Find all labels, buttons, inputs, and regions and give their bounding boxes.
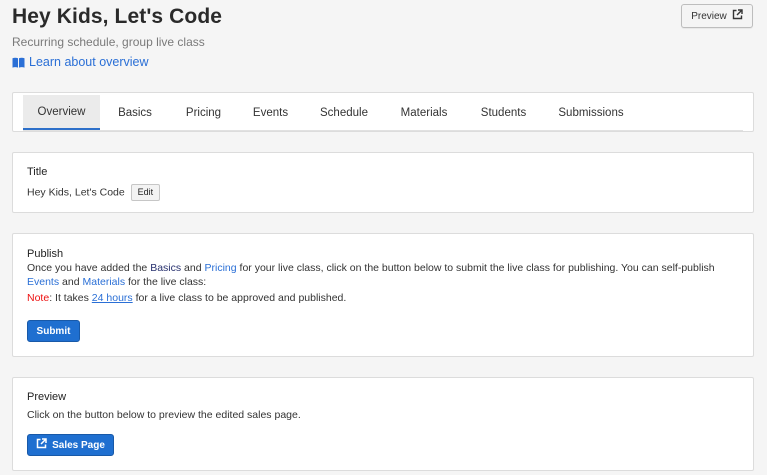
tab-overview[interactable]: Overview bbox=[23, 95, 100, 130]
note-text: : It takes bbox=[49, 292, 89, 304]
edit-title-button[interactable]: Edit bbox=[130, 184, 161, 201]
tab-students[interactable]: Students bbox=[464, 95, 543, 130]
learn-about-overview-link[interactable]: Learn about overview bbox=[12, 55, 149, 69]
publish-description: Once you have added the Basics and Prici… bbox=[27, 262, 747, 289]
sales-page-button[interactable]: Sales Page bbox=[27, 434, 114, 456]
note-text: for a live class to be approved and publ… bbox=[135, 292, 347, 304]
preview-description: Click on the button below to preview the… bbox=[27, 409, 301, 421]
publish-text: and bbox=[184, 262, 202, 274]
publish-text: for the live class: bbox=[128, 275, 207, 288]
tabs-card: Overview Basics Pricing Events Schedule … bbox=[12, 92, 754, 132]
tab-events[interactable]: Events bbox=[237, 95, 304, 130]
submit-button[interactable]: Submit bbox=[27, 320, 80, 342]
publish-text: and bbox=[62, 275, 80, 288]
publish-note: Note: It takes 24 hours for a live class… bbox=[27, 292, 346, 306]
preview-card: Preview Click on the button below to pre… bbox=[12, 377, 754, 471]
tab-pricing[interactable]: Pricing bbox=[170, 95, 237, 130]
publish-text: Once you have added the bbox=[27, 262, 148, 274]
publish-text: for your live class, click on the button… bbox=[239, 262, 715, 274]
external-link-icon bbox=[36, 438, 47, 452]
tab-basics[interactable]: Basics bbox=[100, 95, 170, 130]
events-link[interactable]: Events bbox=[27, 276, 59, 288]
note-label: Note bbox=[27, 292, 50, 304]
24-hours-link[interactable]: 24 hours bbox=[92, 292, 133, 304]
page-title: Hey Kids, Let's Code bbox=[12, 5, 223, 28]
pricing-link[interactable]: Pricing bbox=[205, 262, 237, 274]
tab-materials[interactable]: Materials bbox=[384, 95, 464, 130]
title-card-heading: Title bbox=[27, 166, 48, 178]
tab-submissions[interactable]: Submissions bbox=[543, 95, 639, 130]
publish-card-heading: Publish bbox=[27, 248, 64, 260]
materials-link[interactable]: Materials bbox=[82, 276, 125, 288]
preview-button[interactable]: Preview bbox=[681, 4, 753, 28]
book-open-icon bbox=[12, 57, 25, 68]
external-link-icon bbox=[732, 9, 743, 23]
submit-button-label: Submit bbox=[36, 325, 71, 337]
basics-link[interactable]: Basics bbox=[150, 262, 181, 274]
sales-page-button-label: Sales Page bbox=[52, 439, 105, 451]
learn-link-label: Learn about overview bbox=[29, 55, 149, 69]
title-value-row: Hey Kids, Let's Code Edit bbox=[27, 184, 161, 201]
preview-card-heading: Preview bbox=[27, 391, 67, 403]
title-value: Hey Kids, Let's Code bbox=[27, 186, 125, 199]
title-card: Title Hey Kids, Let's Code Edit bbox=[12, 152, 754, 213]
page-subtitle: Recurring schedule, group live class bbox=[12, 35, 205, 49]
tab-bar: Overview Basics Pricing Events Schedule … bbox=[23, 95, 743, 131]
tab-schedule[interactable]: Schedule bbox=[304, 95, 384, 130]
publish-card: Publish Once you have added the Basics a… bbox=[12, 233, 754, 357]
preview-button-label: Preview bbox=[691, 10, 727, 22]
